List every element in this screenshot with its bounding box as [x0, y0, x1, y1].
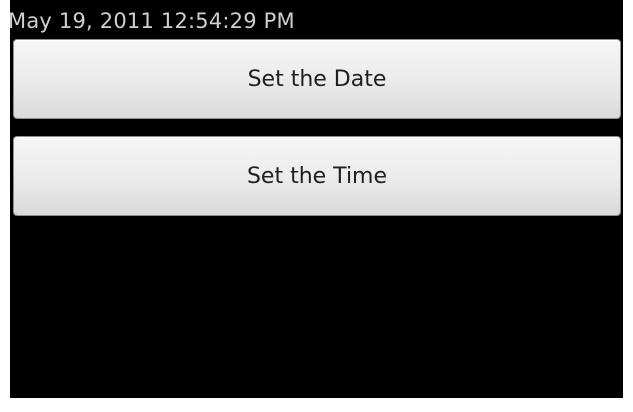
set-date-button-label: Set the Date — [247, 66, 387, 92]
set-time-button[interactable]: Set the Time — [14, 137, 620, 215]
app-screen: May 19, 2011 12:54:29 PM Set the Date Se… — [10, 0, 623, 398]
set-date-button[interactable]: Set the Date — [14, 40, 620, 118]
current-datetime: May 19, 2011 12:54:29 PM — [10, 9, 295, 33]
set-time-button-label: Set the Time — [246, 163, 388, 189]
